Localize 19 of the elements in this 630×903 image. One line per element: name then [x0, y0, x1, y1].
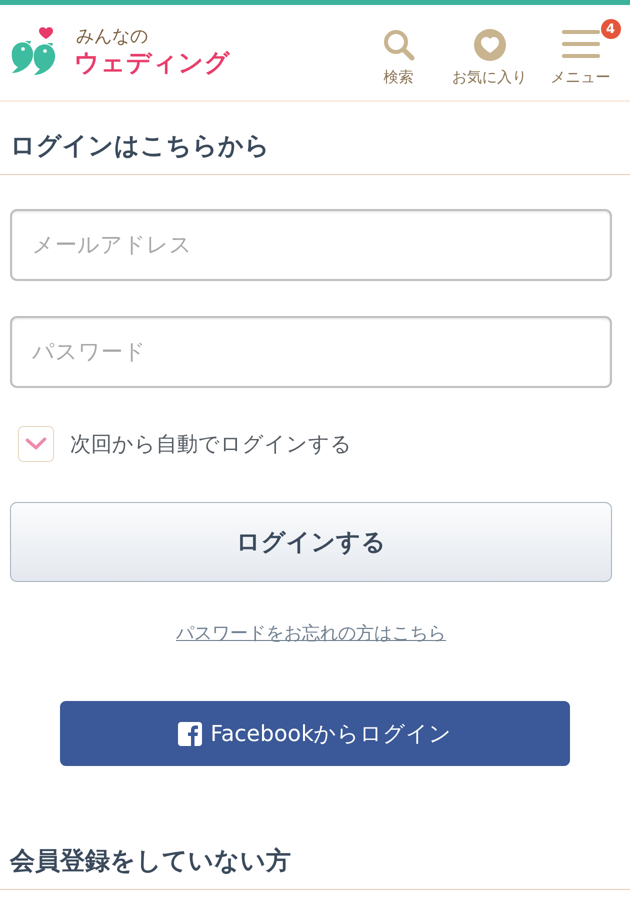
- logo-name: ウェディング: [74, 50, 230, 75]
- facebook-login-button[interactable]: Facebookからログイン: [60, 701, 570, 766]
- search-link[interactable]: 検索: [353, 19, 444, 86]
- search-icon: [382, 29, 414, 62]
- logo-tagline: みんなの: [76, 28, 149, 46]
- email-field[interactable]: メールアドレス: [10, 209, 612, 281]
- password-field[interactable]: パスワード: [10, 316, 612, 388]
- menu-icon: [562, 29, 600, 60]
- checkbox-label: 次回から自動でログインする: [70, 431, 352, 458]
- notification-badge: 4: [600, 19, 620, 40]
- checkbox[interactable]: [18, 426, 54, 462]
- section-heading: ログインはこちらから: [0, 102, 630, 175]
- facebook-icon: [178, 722, 202, 746]
- section-heading: 会員登録をしていない方: [0, 845, 630, 890]
- menu-button[interactable]: 4 メニュー: [535, 19, 626, 86]
- login-button[interactable]: ログインする: [10, 502, 612, 582]
- checkmark-icon: [25, 437, 47, 451]
- favorites-link[interactable]: お気に入り: [444, 19, 535, 86]
- forgot-password-link[interactable]: パスワードをお忘れの方はこちら: [176, 622, 446, 646]
